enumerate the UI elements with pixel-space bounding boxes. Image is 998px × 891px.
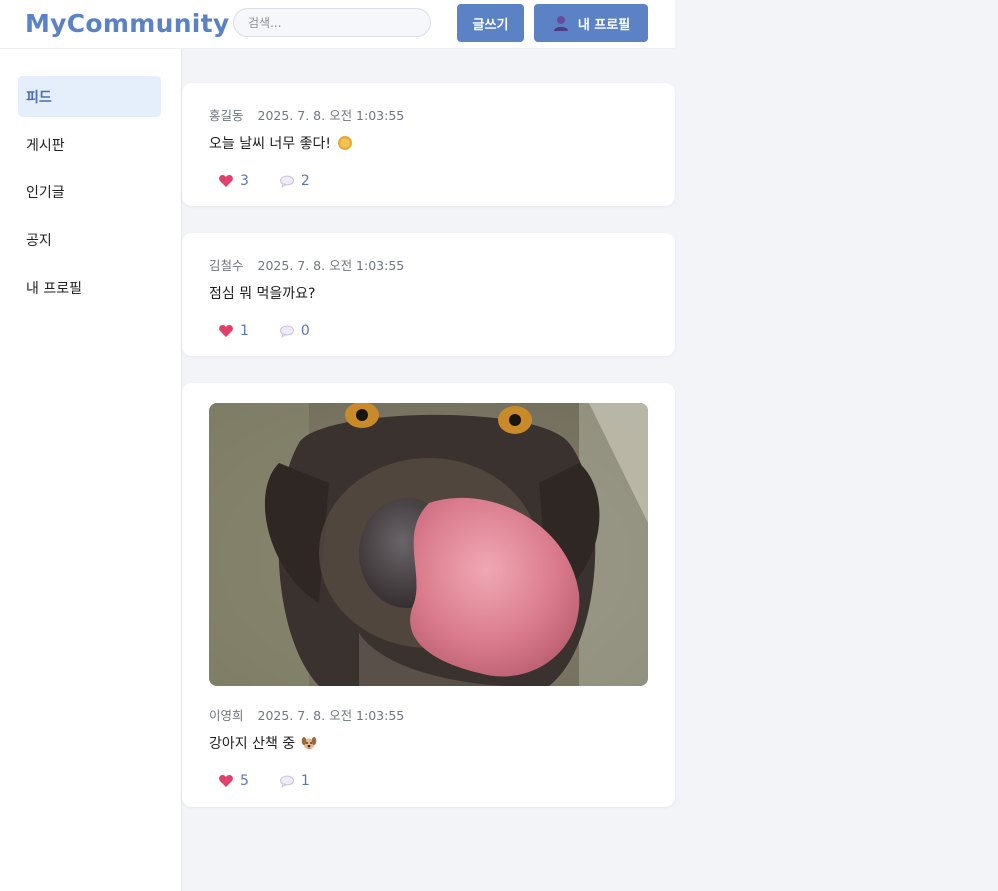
- post-meta: 이영희 2025. 7. 8. 오전 1:03:55: [209, 705, 404, 724]
- dog-photo: [209, 403, 648, 686]
- sidebar-item-label: 공지: [26, 232, 52, 249]
- post-text: 오늘 날씨 너무 좋다!: [209, 136, 332, 152]
- post-actions: 5 1: [218, 773, 310, 789]
- post-card: 홍길동 2025. 7. 8. 오전 1:03:55 오늘 날씨 너무 좋다! 3…: [182, 83, 675, 206]
- comment-button[interactable]: 1: [279, 773, 310, 789]
- speech-bubble-icon: [279, 325, 294, 338]
- site-logo[interactable]: MyCommunity: [25, 9, 230, 38]
- sidebar-item-notice[interactable]: 공지: [18, 219, 161, 260]
- post-author[interactable]: 김철수: [209, 258, 244, 273]
- speech-bubble-icon: [279, 775, 294, 788]
- like-button[interactable]: 3: [218, 173, 249, 189]
- speech-bubble-icon: [279, 175, 294, 188]
- heart-icon: [219, 175, 233, 187]
- sidebar: 피드 게시판 인기글 공지 내 프로필: [0, 49, 182, 891]
- like-count: 1: [240, 323, 249, 339]
- sidebar-item-label: 내 프로필: [26, 280, 82, 297]
- dog-face-icon: [301, 737, 317, 750]
- person-icon: [553, 16, 568, 31]
- post-content: 오늘 날씨 너무 좋다!: [209, 133, 353, 153]
- post-meta: 홍길동 2025. 7. 8. 오전 1:03:55: [209, 105, 404, 124]
- sidebar-item-board[interactable]: 게시판: [18, 124, 161, 165]
- search-input[interactable]: [233, 8, 431, 37]
- write-button-label: 글쓰기: [472, 17, 509, 33]
- post-time: 2025. 7. 8. 오전 1:03:55: [257, 258, 405, 273]
- top-header: MyCommunity 글쓰기 내 프로필: [0, 0, 675, 49]
- comment-count: 2: [300, 173, 310, 189]
- like-button[interactable]: 1: [218, 323, 249, 339]
- post-content: 점심 뭐 먹을까요?: [209, 283, 316, 303]
- my-profile-button[interactable]: 내 프로필: [534, 4, 648, 42]
- post-author[interactable]: 홍길동: [209, 108, 244, 123]
- post-time: 2025. 7. 8. 오전 1:03:55: [257, 108, 405, 123]
- sidebar-item-label: 게시판: [26, 137, 65, 154]
- sidebar-item-feed[interactable]: 피드: [18, 76, 161, 117]
- post-text: 점심 뭐 먹을까요?: [209, 286, 316, 302]
- post-card: 김철수 2025. 7. 8. 오전 1:03:55 점심 뭐 먹을까요? 1 0: [182, 233, 675, 356]
- post-image[interactable]: [209, 403, 648, 686]
- comment-count: 1: [300, 773, 310, 789]
- comment-count: 0: [300, 323, 310, 339]
- my-profile-button-label: 내 프로필: [577, 17, 631, 33]
- post-text: 강아지 산책 중: [209, 736, 296, 752]
- sun-icon: [338, 136, 353, 150]
- post-card: 이영희 2025. 7. 8. 오전 1:03:55 강아지 산책 중 5 1: [182, 383, 675, 807]
- like-button[interactable]: 5: [218, 773, 249, 789]
- sidebar-item-label: 피드: [26, 89, 52, 106]
- comment-button[interactable]: 2: [279, 173, 310, 189]
- post-time: 2025. 7. 8. 오전 1:03:55: [257, 708, 405, 723]
- comment-button[interactable]: 0: [279, 323, 310, 339]
- sidebar-item-my-profile[interactable]: 내 프로필: [18, 267, 161, 308]
- post-meta: 김철수 2025. 7. 8. 오전 1:03:55: [209, 255, 404, 274]
- like-count: 3: [240, 173, 249, 189]
- write-button[interactable]: 글쓰기: [457, 4, 524, 42]
- post-author[interactable]: 이영희: [209, 708, 244, 723]
- post-actions: 1 0: [218, 323, 310, 339]
- heart-icon: [219, 325, 233, 337]
- post-content: 강아지 산책 중: [209, 733, 317, 753]
- post-actions: 3 2: [218, 173, 310, 189]
- sidebar-item-popular[interactable]: 인기글: [18, 171, 161, 212]
- like-count: 5: [240, 773, 249, 789]
- sidebar-item-label: 인기글: [26, 184, 65, 201]
- heart-icon: [219, 775, 233, 787]
